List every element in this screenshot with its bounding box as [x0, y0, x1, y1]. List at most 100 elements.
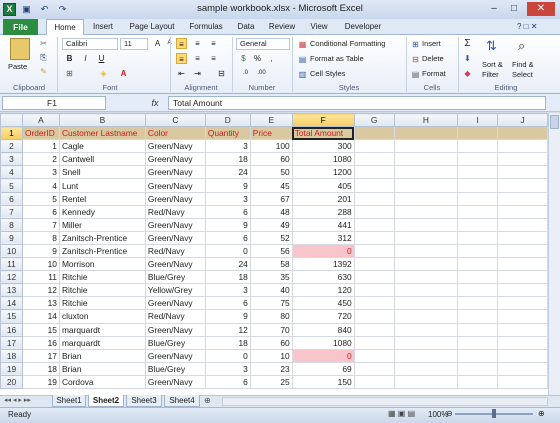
cell[interactable]: 18: [21, 361, 60, 376]
cell[interactable]: [393, 230, 459, 245]
cell[interactable]: [353, 152, 395, 167]
row-header[interactable]: 4: [0, 165, 23, 180]
cell[interactable]: [353, 178, 395, 193]
font-color-icon[interactable]: A: [118, 68, 129, 79]
cell[interactable]: [353, 230, 395, 245]
align-right-icon[interactable]: ≡: [208, 53, 219, 64]
cell[interactable]: Quantity: [204, 126, 251, 141]
horizontal-scrollbar[interactable]: [222, 397, 548, 406]
cell[interactable]: [457, 283, 499, 298]
sheet-tab-4[interactable]: Sheet4: [164, 395, 200, 407]
cell[interactable]: [457, 361, 499, 376]
cell[interactable]: [497, 165, 548, 180]
cell[interactable]: [497, 283, 548, 298]
cell[interactable]: [497, 296, 548, 311]
cell[interactable]: [497, 152, 548, 167]
scroll-thumb[interactable]: [550, 115, 559, 129]
font-size-select[interactable]: 11: [120, 38, 148, 50]
cell[interactable]: OrderID: [21, 126, 60, 141]
align-left-icon[interactable]: ≡: [176, 53, 187, 64]
merge-center-icon[interactable]: ⊟: [216, 68, 227, 79]
cell[interactable]: [353, 283, 395, 298]
italic-button[interactable]: I: [80, 53, 91, 64]
align-center-icon[interactable]: ≡: [192, 53, 203, 64]
name-box[interactable]: F1: [2, 96, 106, 110]
clear-icon[interactable]: ◆: [462, 68, 473, 79]
cell[interactable]: Green/Navy: [144, 165, 206, 180]
cell[interactable]: [393, 335, 459, 350]
cell[interactable]: 450: [291, 296, 355, 311]
cell[interactable]: [497, 270, 548, 285]
cell[interactable]: 300: [291, 139, 355, 154]
copy-icon[interactable]: ⎘: [38, 52, 49, 63]
cell[interactable]: [353, 165, 395, 180]
cell[interactable]: 24: [204, 165, 251, 180]
tab-page-layout[interactable]: Page Layout: [124, 19, 180, 35]
fill-color-icon[interactable]: ◈: [98, 68, 109, 79]
cell[interactable]: 6: [21, 204, 60, 219]
cell[interactable]: [353, 204, 395, 219]
cell[interactable]: [457, 322, 499, 337]
conditional-formatting-icon[interactable]: ▦: [297, 39, 308, 50]
cell[interactable]: Green/Navy: [144, 139, 206, 154]
currency-button[interactable]: $: [238, 53, 249, 64]
row-header[interactable]: 2: [0, 139, 23, 154]
row-header[interactable]: 20: [0, 374, 23, 389]
cell[interactable]: 1392: [291, 257, 355, 272]
cell[interactable]: marquardt: [58, 335, 146, 350]
cell[interactable]: Cagle: [58, 139, 146, 154]
cell[interactable]: Green/Navy: [144, 191, 206, 206]
cell[interactable]: [393, 178, 459, 193]
cell-styles-button[interactable]: Cell Styles: [310, 68, 345, 80]
cell[interactable]: [393, 204, 459, 219]
fx-icon[interactable]: fx: [145, 96, 165, 110]
cell[interactable]: 12: [21, 283, 60, 298]
cell[interactable]: Blue/Grey: [144, 361, 206, 376]
column-header[interactable]: A: [21, 113, 60, 128]
cell[interactable]: [353, 139, 395, 154]
vertical-scrollbar[interactable]: [548, 113, 560, 395]
cell[interactable]: marquardt: [58, 322, 146, 337]
row-header[interactable]: 12: [0, 270, 23, 285]
sheet-tab-3[interactable]: Sheet3: [126, 395, 162, 407]
cell[interactable]: Blue/Grey: [144, 270, 206, 285]
cell[interactable]: [457, 139, 499, 154]
cell[interactable]: 6: [204, 296, 251, 311]
cell[interactable]: 69: [291, 361, 355, 376]
cell[interactable]: 13: [21, 296, 60, 311]
cell[interactable]: [393, 191, 459, 206]
row-header[interactable]: 8: [0, 217, 23, 232]
cell[interactable]: Rentel: [58, 191, 146, 206]
cell[interactable]: [497, 139, 548, 154]
cell[interactable]: Green/Navy: [144, 296, 206, 311]
cell[interactable]: Red/Navy: [144, 204, 206, 219]
cell[interactable]: 3: [204, 361, 251, 376]
cell[interactable]: 10: [249, 348, 293, 363]
cell[interactable]: 14: [21, 309, 60, 324]
row-header[interactable]: 13: [0, 283, 23, 298]
cell[interactable]: Blue/Grey: [144, 335, 206, 350]
cell[interactable]: 3: [21, 165, 60, 180]
cell[interactable]: Green/Navy: [144, 152, 206, 167]
sort-filter-button[interactable]: Sort & Filter: [482, 60, 503, 80]
cell[interactable]: 60: [249, 335, 293, 350]
cell[interactable]: 1: [21, 139, 60, 154]
increase-decimal-icon[interactable]: .0: [240, 68, 251, 79]
column-header[interactable]: I: [457, 113, 499, 128]
cell[interactable]: 18: [204, 152, 251, 167]
cell[interactable]: 16: [21, 335, 60, 350]
zoom-slider-thumb[interactable]: [492, 409, 496, 418]
cell[interactable]: 17: [21, 348, 60, 363]
cell[interactable]: [353, 126, 395, 141]
cell[interactable]: 9: [204, 217, 251, 232]
cell[interactable]: 288: [291, 204, 355, 219]
row-header[interactable]: 18: [0, 348, 23, 363]
tab-home[interactable]: Home: [46, 19, 84, 36]
cell[interactable]: [393, 361, 459, 376]
select-all-corner[interactable]: [0, 113, 23, 128]
cell[interactable]: [353, 296, 395, 311]
sheet-nav-icon[interactable]: ◂◂ ◂ ▸ ▸▸: [4, 396, 31, 404]
row-header[interactable]: 14: [0, 296, 23, 311]
font-name-select[interactable]: Calibri: [62, 38, 118, 50]
cell[interactable]: Red/Navy: [144, 309, 206, 324]
